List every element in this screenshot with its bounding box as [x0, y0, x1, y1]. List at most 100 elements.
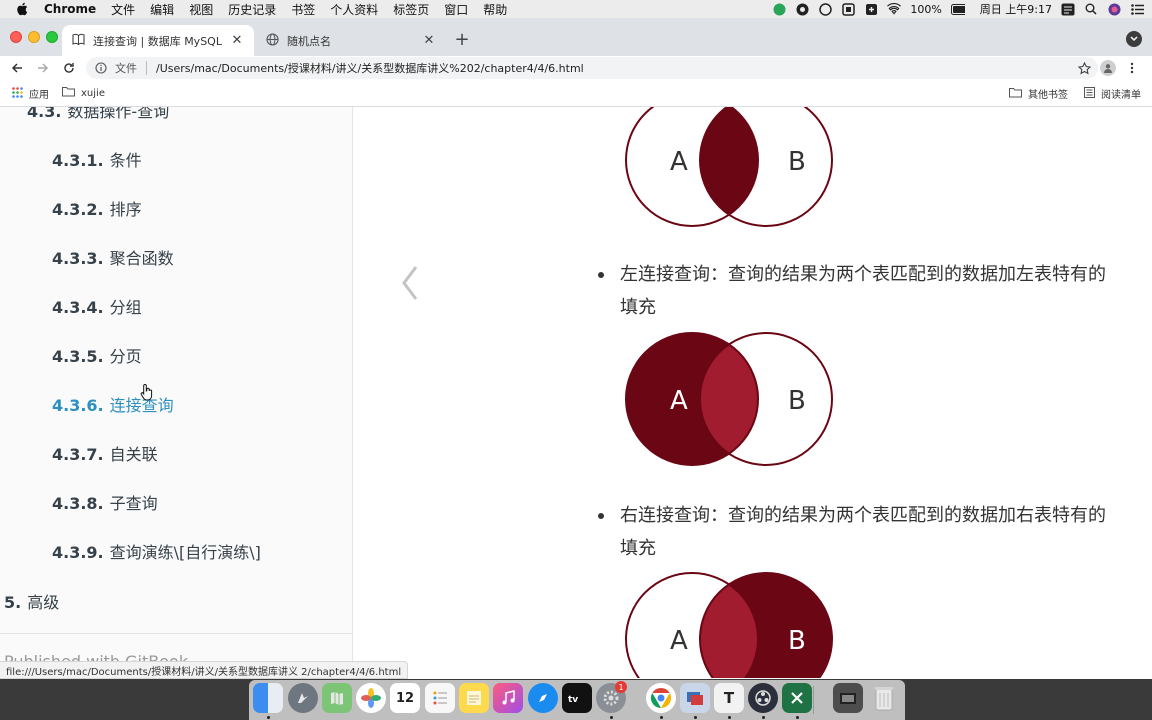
tab-search-icon[interactable]: [1126, 31, 1142, 47]
menu-edit[interactable]: 编辑: [150, 1, 174, 18]
venn-label-a: A: [670, 147, 688, 177]
apple-logo-icon[interactable]: [14, 1, 30, 17]
menu-app-name[interactable]: Chrome: [44, 2, 96, 16]
toc-number: 4.3.8.: [52, 494, 104, 513]
input-method-icon[interactable]: [1061, 2, 1075, 16]
profile-avatar-icon[interactable]: [1100, 60, 1116, 76]
toc-item-4-3-9[interactable]: 4.3.9. 查询演练\[自行演练\]: [52, 539, 261, 563]
wifi-icon[interactable]: [887, 2, 902, 16]
menu-bookmarks[interactable]: 书签: [291, 1, 315, 18]
reload-icon[interactable]: [60, 59, 78, 77]
siri-icon[interactable]: [1107, 2, 1121, 16]
menu-window[interactable]: 窗口: [444, 1, 468, 18]
right-join-venn-diagram: A B: [625, 572, 833, 678]
bookmark-star-icon[interactable]: [1076, 60, 1092, 76]
bookmarks-bar: 应用 xujie 其他书签 阅读清单: [0, 80, 1152, 107]
toc-item-4-3-3[interactable]: 4.3.3. 聚合函数: [52, 245, 174, 269]
running-indicator: [796, 716, 799, 719]
toc-number: 4.3.5.: [52, 347, 104, 366]
window-close-button[interactable]: [10, 31, 22, 43]
reminders-icon[interactable]: [425, 683, 455, 713]
toc-number: 4.3.: [27, 107, 62, 121]
menu-profile[interactable]: 个人资料: [330, 1, 378, 18]
wechat-status-icon[interactable]: [772, 2, 786, 16]
chrome-icon[interactable]: [646, 683, 676, 713]
notes-icon[interactable]: [459, 683, 489, 713]
maps-icon[interactable]: [322, 683, 352, 713]
menu-help[interactable]: 帮助: [483, 1, 507, 18]
new-tab-icon[interactable]: +: [454, 29, 470, 50]
status-app-icon[interactable]: [864, 2, 878, 16]
apple-tv-icon[interactable]: tv: [562, 683, 592, 713]
tab-close-icon[interactable]: ✕: [230, 33, 244, 48]
toc-item-4-3-7[interactable]: 4.3.7. 自关联: [52, 441, 158, 465]
toc-label: 高级: [27, 593, 60, 612]
menu-clock[interactable]: 周日 上午9:17: [980, 1, 1052, 17]
status-app-icon[interactable]: [841, 2, 855, 16]
trash-icon[interactable]: [869, 683, 899, 713]
menu-view[interactable]: 视图: [189, 1, 213, 18]
venn-label-a: A: [670, 626, 688, 656]
safari-icon[interactable]: [528, 683, 558, 713]
notification-center-icon[interactable]: [1130, 2, 1144, 16]
toc-item-4-3-2[interactable]: 4.3.2. 排序: [52, 196, 142, 220]
toc-label: 查询演练\[自行演练\]: [109, 543, 261, 562]
screen-recorder-icon[interactable]: [680, 683, 710, 713]
hand-cursor-icon: [140, 383, 153, 401]
previous-page-chevron-icon[interactable]: [398, 263, 422, 303]
book-summary-sidebar: 4.3. 数据操作-查询 4.3.1. 条件 4.3.2. 排序 4.3.3. 聚合函数…: [0, 107, 353, 678]
toc-item-4-3-1[interactable]: 4.3.1. 条件: [52, 147, 142, 171]
toc-label: 排序: [109, 200, 142, 219]
tab-active[interactable]: 连接查询 | 数据库 MySQL ✕: [62, 25, 254, 56]
right-join-text-continued: 填充: [620, 538, 656, 559]
toc-number: 4.3.6.: [52, 396, 104, 415]
toc-label: 分组: [109, 298, 142, 317]
back-arrow-icon[interactable]: [8, 59, 26, 77]
calendar-icon[interactable]: 12: [390, 683, 420, 713]
window-minimize-button[interactable]: [28, 31, 40, 43]
tab-inactive[interactable]: 随机点名 ✕: [256, 25, 446, 56]
menu-file[interactable]: 文件: [111, 1, 135, 18]
window-zoom-button[interactable]: [46, 31, 58, 43]
menu-tab[interactable]: 标签页: [393, 1, 429, 18]
address-bar[interactable]: 文件 /Users/mac/Documents/授课材料/讲义/关系型数据库讲义…: [86, 57, 1098, 79]
tab-close-icon[interactable]: ✕: [422, 33, 436, 48]
link-status-bubble: file:///Users/mac/Documents/授课材料/讲义/关系型数…: [0, 661, 409, 679]
bookmark-other-label: 其他书签: [1028, 90, 1068, 101]
battery-icon[interactable]: [950, 2, 965, 16]
bookmark-apps[interactable]: 应用: [12, 86, 49, 101]
typora-icon[interactable]: T: [714, 683, 744, 713]
finder-icon[interactable]: [253, 683, 283, 713]
toc-item-4-3-5[interactable]: 4.3.5. 分页: [52, 343, 142, 367]
address-url[interactable]: /Users/mac/Documents/授课材料/讲义/关系型数据库讲义%20…: [156, 60, 584, 76]
toc-number: 4.3.4.: [52, 298, 104, 317]
book-icon: [72, 33, 85, 48]
launchpad-icon[interactable]: [288, 683, 318, 713]
browser-toolbar: 文件 /Users/mac/Documents/授课材料/讲义/关系型数据库讲义…: [0, 56, 1152, 80]
bookmark-other[interactable]: 其他书签: [1009, 86, 1068, 101]
toc-item-4-3-8[interactable]: 4.3.8. 子查询: [52, 490, 158, 514]
toc-item-4-3-6-active[interactable]: 4.3.6. 连接查询: [52, 392, 174, 416]
status-app-icon[interactable]: [818, 2, 832, 16]
forward-arrow-icon[interactable]: [34, 59, 52, 77]
reading-list[interactable]: 阅读清单: [1084, 86, 1141, 101]
menu-history[interactable]: 历史记录: [228, 1, 276, 18]
more-menu-icon[interactable]: [1124, 60, 1140, 76]
info-icon[interactable]: [94, 61, 108, 75]
toc-item-4-3[interactable]: 4.3. 数据操作-查询: [27, 107, 169, 122]
bookmark-apps-label: 应用: [29, 90, 49, 101]
obs-icon[interactable]: [748, 683, 778, 713]
running-indicator: [610, 716, 613, 719]
status-app-icon[interactable]: [795, 2, 809, 16]
spotlight-search-icon[interactable]: [1084, 2, 1098, 16]
toc-item-5[interactable]: 5. 高级: [4, 589, 59, 613]
photos-icon[interactable]: [356, 683, 386, 713]
folder-icon: [1009, 87, 1022, 101]
music-icon[interactable]: [493, 683, 523, 713]
excel-icon[interactable]: [782, 683, 812, 713]
toc-number: 4.3.1.: [52, 151, 104, 170]
toc-number: 4.3.7.: [52, 445, 104, 464]
toc-item-4-3-4[interactable]: 4.3.4. 分组: [52, 294, 142, 318]
screenshot-folder-icon[interactable]: [833, 683, 863, 713]
bookmark-folder-xujie[interactable]: xujie: [62, 86, 105, 100]
